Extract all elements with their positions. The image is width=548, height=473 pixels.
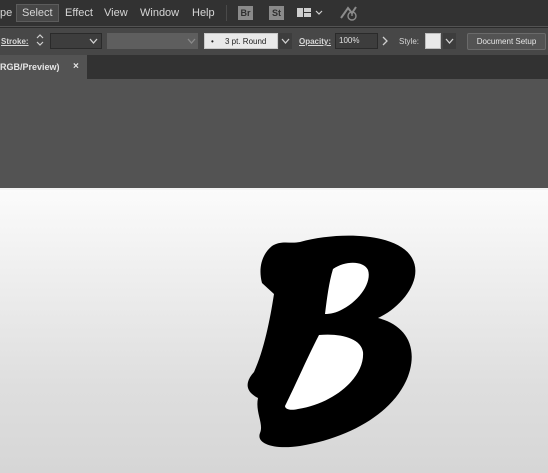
letter-b-artwork[interactable] [0, 0, 548, 473]
